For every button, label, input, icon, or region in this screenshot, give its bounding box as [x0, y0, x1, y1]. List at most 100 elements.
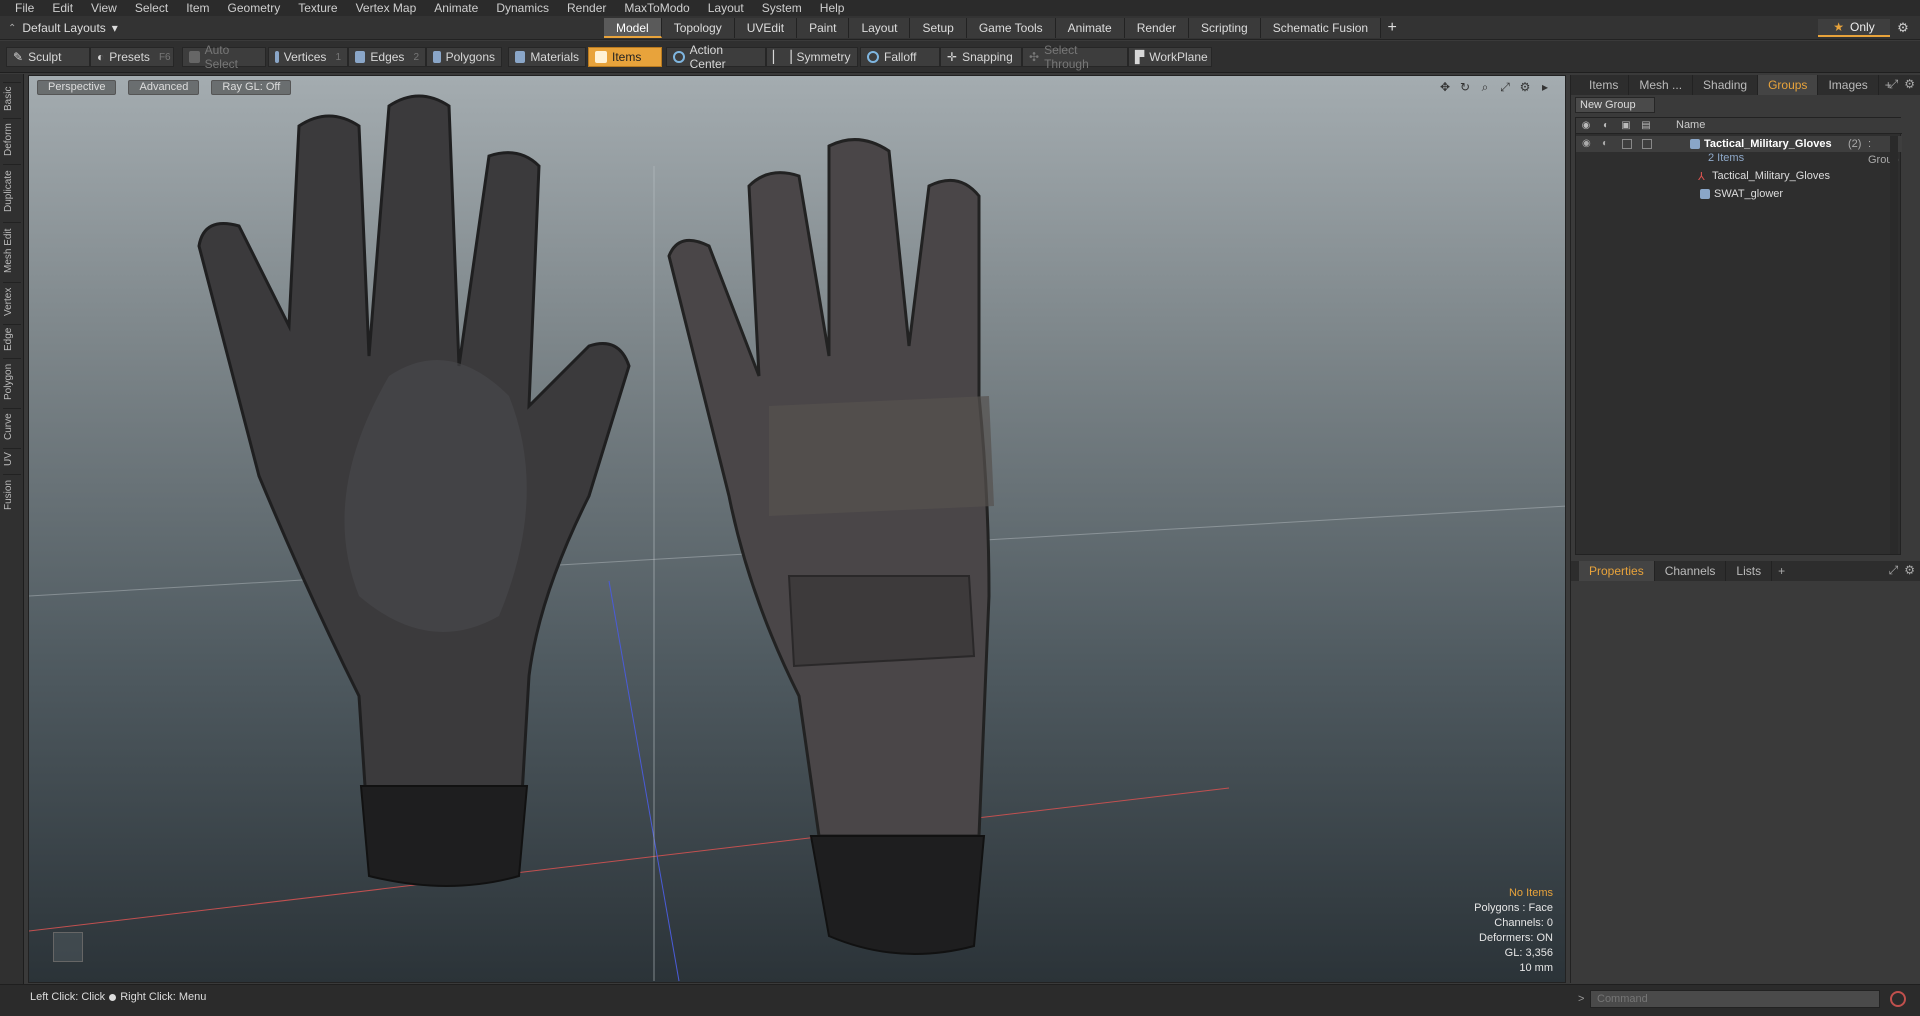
axis-gizmo-icon — [53, 932, 83, 962]
tab-channels[interactable]: Channels — [1655, 561, 1727, 581]
pan-icon[interactable]: ✥ — [1439, 80, 1451, 95]
name-column-header[interactable]: Name — [1676, 119, 1705, 131]
tab-uvedit[interactable]: UVEdit — [734, 18, 798, 38]
raygl-button[interactable]: Ray GL: Off — [211, 80, 292, 95]
menu-texture[interactable]: Texture — [289, 0, 346, 16]
rotate-icon[interactable]: ↻ — [1459, 80, 1471, 95]
tab-groups[interactable]: Groups — [1758, 75, 1819, 95]
render-toggle-icon[interactable]: ◐ — [1602, 138, 1608, 149]
3d-viewport[interactable]: Perspective Advanced Ray GL: Off ✥ ↻ ⌕ ⤢… — [28, 75, 1566, 983]
glove-models[interactable] — [29, 76, 1566, 983]
menu-animate[interactable]: Animate — [425, 0, 487, 16]
new-group-button[interactable]: New Group — [1575, 97, 1655, 113]
sculpt-button[interactable]: ✎ Sculpt — [6, 47, 90, 67]
workplane-icon: ▛ — [1135, 50, 1145, 64]
list-item[interactable]: SWAT_glower — [1576, 186, 1902, 202]
lock-col-icon[interactable]: ▣ — [1620, 120, 1632, 132]
tab-game-tools[interactable]: Game Tools — [966, 18, 1056, 38]
vtab-vertex[interactable]: Vertex — [3, 282, 21, 320]
vtab-polygon[interactable]: Polygon — [3, 358, 21, 404]
view-mode-button[interactable]: Perspective — [37, 80, 117, 95]
gear-icon[interactable]: ⚙ — [1894, 20, 1912, 36]
only-button[interactable]: ★ Only — [1818, 19, 1890, 37]
vtab-deform[interactable]: Deform — [3, 118, 21, 160]
menu-geometry[interactable]: Geometry — [219, 0, 290, 16]
tab-lists[interactable]: Lists — [1726, 561, 1773, 581]
add-properties-tab-button[interactable]: + — [1772, 564, 1791, 578]
workplane-button[interactable]: ▛ WorkPlane — [1128, 47, 1212, 67]
visibility-col-icon[interactable]: ◉ — [1580, 120, 1592, 132]
menu-file[interactable]: File — [6, 0, 43, 16]
add-tab-button[interactable]: + — [1381, 18, 1403, 38]
vtab-fusion[interactable]: Fusion — [3, 474, 21, 514]
auto-select-button[interactable]: Auto Select — [182, 43, 266, 71]
select-through-button[interactable]: ✣ Select Through — [1022, 43, 1128, 71]
tab-scripting[interactable]: Scripting — [1189, 18, 1261, 38]
left-glove — [197, 94, 631, 887]
tab-model[interactable]: Model — [604, 18, 662, 38]
falloff-button[interactable]: Falloff — [860, 47, 940, 67]
panel-icons: ⤢ ⚙ — [1889, 77, 1915, 92]
list-item[interactable]: ⅄ Tactical_Military_Gloves — [1576, 168, 1902, 184]
tab-render[interactable]: Render — [1124, 18, 1190, 38]
fit-icon[interactable]: ⤢ — [1499, 80, 1511, 95]
command-input[interactable] — [1590, 990, 1880, 1008]
vtab-basic[interactable]: Basic — [3, 82, 21, 114]
list-scrollbar[interactable] — [1890, 136, 1898, 554]
tab-properties[interactable]: Properties — [1579, 561, 1655, 581]
viewport-gear-icon[interactable]: ⚙ — [1519, 80, 1531, 95]
menu-edit[interactable]: Edit — [43, 0, 82, 16]
tab-images[interactable]: Images — [1818, 75, 1879, 95]
menu-render[interactable]: Render — [558, 0, 615, 16]
menu-dynamics[interactable]: Dynamics — [487, 0, 558, 16]
tab-mesh[interactable]: Mesh ... — [1629, 75, 1694, 95]
record-icon[interactable] — [1890, 991, 1906, 1007]
items-button[interactable]: Items — [588, 47, 662, 67]
vtab-edge[interactable]: Edge — [3, 324, 21, 354]
layout-selector[interactable]: ⌃ Default Layouts ▾ — [8, 20, 118, 36]
render-col-icon[interactable]: ◐ — [1600, 120, 1612, 132]
menu-maxtomodo[interactable]: MaxToModo — [615, 0, 698, 16]
zoom-icon[interactable]: ⌕ — [1479, 80, 1491, 95]
viewport-menu-arrow-icon[interactable]: ▸ — [1539, 80, 1551, 95]
properties-gear-icon[interactable]: ⚙ — [1904, 563, 1915, 578]
tab-items[interactable]: Items — [1579, 75, 1630, 95]
select-col-icon[interactable]: ▤ — [1640, 120, 1652, 132]
tab-topology[interactable]: Topology — [661, 18, 735, 38]
collapse-arrow-icon[interactable]: ⌃ — [8, 23, 16, 34]
panel-gear-icon[interactable]: ⚙ — [1904, 77, 1915, 92]
vtab-duplicate[interactable]: Duplicate — [3, 164, 21, 218]
tab-shading[interactable]: Shading — [1693, 75, 1759, 95]
expand-icon[interactable]: ⤢ — [1889, 77, 1899, 92]
menu-system[interactable]: System — [753, 0, 811, 16]
materials-button[interactable]: Materials — [508, 47, 586, 67]
lock-checkbox[interactable] — [1622, 139, 1632, 149]
snapping-button[interactable]: ✛ Snapping — [940, 47, 1022, 67]
menu-vertex-map[interactable]: Vertex Map — [347, 0, 426, 16]
tab-layout[interactable]: Layout — [849, 18, 911, 38]
eye-icon[interactable]: ◉ — [1582, 138, 1591, 149]
polygons-button[interactable]: Polygons — [426, 47, 502, 67]
menu-view[interactable]: View — [82, 0, 126, 16]
vertices-label: Vertices — [283, 50, 327, 64]
menu-item[interactable]: Item — [177, 0, 218, 16]
symmetry-button[interactable]: ▏▕ Symmetry — [766, 47, 858, 67]
star-icon: ★ — [1833, 20, 1845, 34]
action-center-button[interactable]: Action Center — [666, 43, 766, 71]
tab-schematic-fusion[interactable]: Schematic Fusion — [1260, 18, 1382, 38]
select-checkbox[interactable] — [1642, 139, 1652, 149]
vtab-mesh-edit[interactable]: Mesh Edit — [3, 222, 21, 278]
tab-paint[interactable]: Paint — [797, 18, 850, 38]
vertices-button[interactable]: Vertices 1 — [268, 47, 348, 67]
vtab-curve[interactable]: Curve — [3, 408, 21, 444]
vtab-uv[interactable]: UV — [3, 448, 21, 470]
menu-layout[interactable]: Layout — [699, 0, 753, 16]
tab-setup[interactable]: Setup — [910, 18, 967, 38]
menu-help[interactable]: Help — [811, 0, 854, 16]
tab-animate[interactable]: Animate — [1055, 18, 1125, 38]
shading-mode-button[interactable]: Advanced — [128, 80, 200, 95]
properties-expand-icon[interactable]: ⤢ — [1889, 563, 1899, 578]
presets-button[interactable]: ◐ Presets F6 — [90, 47, 174, 67]
menu-select[interactable]: Select — [126, 0, 177, 16]
edges-button[interactable]: Edges 2 — [348, 47, 426, 67]
